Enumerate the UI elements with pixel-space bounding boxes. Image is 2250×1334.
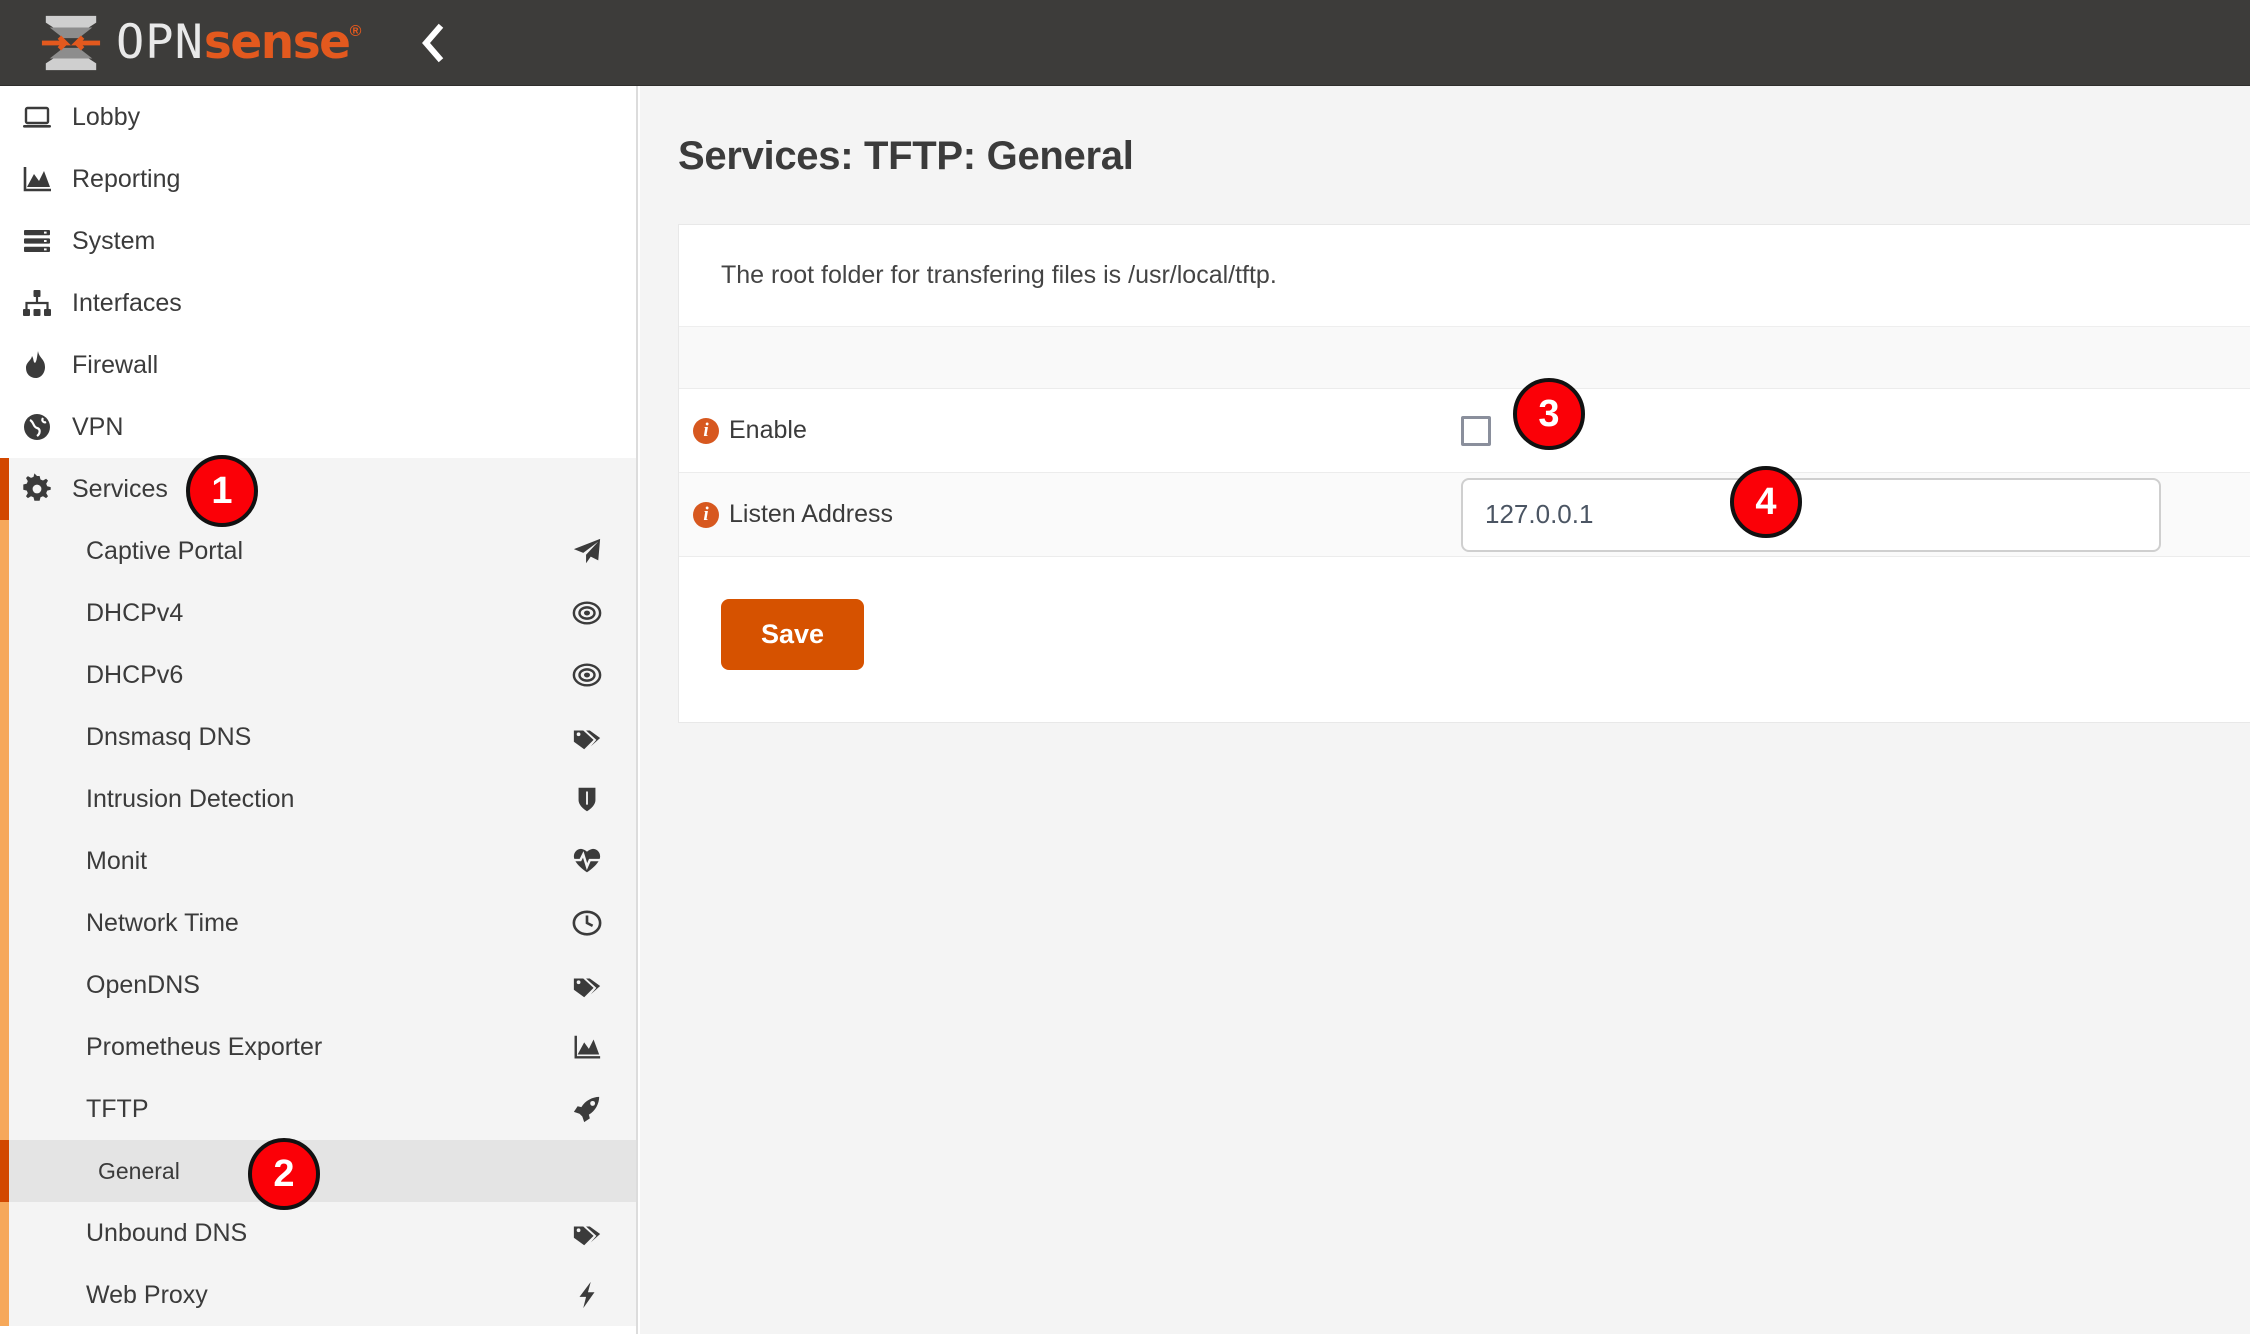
tftp-general-form-panel: The root folder for transfering files is… xyxy=(678,224,2250,723)
server-icon xyxy=(14,225,60,257)
sidebar-item-reporting[interactable]: Reporting xyxy=(0,148,636,210)
heartbeat-icon xyxy=(568,846,602,876)
paper-plane-icon xyxy=(568,536,602,566)
clock-icon xyxy=(568,908,602,938)
sidebar-subitem-label: Intrusion Detection xyxy=(86,784,295,813)
sidebar-subitem-opendns[interactable]: OpenDNS xyxy=(0,954,636,1016)
sidebar-subitem-label: Captive Portal xyxy=(86,536,244,565)
sidebar-subitem-tftp[interactable]: TFTP xyxy=(0,1078,636,1140)
fire-icon xyxy=(14,349,60,381)
brand-opn-text: OPN xyxy=(116,15,204,70)
sidebar-subitem-label: Dnsmasq DNS xyxy=(86,722,252,751)
sidebar-item-label: Lobby xyxy=(72,102,141,131)
tags-icon xyxy=(568,1218,602,1248)
chart-area-icon xyxy=(568,1032,602,1062)
sidebar-subitem-label: TFTP xyxy=(86,1094,149,1123)
root-folder-note: The root folder for transfering files is… xyxy=(679,225,2250,327)
services-submenu: Captive Portal DHCPv4 DHCPv6 Dnsmasq DNS xyxy=(0,520,636,1326)
sidebar-item-label: VPN xyxy=(72,412,124,441)
globe-icon xyxy=(14,411,60,443)
main-content-area: Services: TFTP: General The root folder … xyxy=(640,86,2250,1334)
sidebar-item-label: Reporting xyxy=(72,164,181,193)
sidebar-subitem-web-proxy[interactable]: Web Proxy xyxy=(0,1264,636,1326)
sidebar-item-label: Interfaces xyxy=(72,288,182,317)
rocket-icon xyxy=(568,1094,602,1124)
chart-area-icon xyxy=(14,163,60,195)
sidebar-subitem-dnsmasq-dns[interactable]: Dnsmasq DNS xyxy=(0,706,636,768)
sidebar-subitem-label: DHCPv4 xyxy=(86,598,184,627)
opnsense-app-window: OPN sense ® Lobby Reporting System Inter… xyxy=(0,0,2250,1334)
sidebar-item-system[interactable]: System xyxy=(0,210,636,272)
sidebar-subitem-captive-portal[interactable]: Captive Portal xyxy=(0,520,636,582)
sidebar-subitem-unbound-dns[interactable]: Unbound DNS xyxy=(0,1202,636,1264)
enable-label: Enable xyxy=(729,416,807,444)
bolt-icon xyxy=(568,1280,602,1310)
shield-icon xyxy=(568,784,602,814)
sidebar-subitem-label: Unbound DNS xyxy=(86,1218,248,1247)
sidebar-subitem-label: General xyxy=(98,1157,180,1184)
sidebar-item-label: Services xyxy=(72,474,168,503)
bullseye-icon xyxy=(568,660,602,690)
brand-wordmark: OPN sense ® xyxy=(116,15,362,70)
listen-address-input[interactable] xyxy=(1461,477,2161,552)
brand-sense-text: sense xyxy=(203,15,351,70)
step-badge-3: 3 xyxy=(1513,378,1585,450)
form-row-listen-address: i Listen Address xyxy=(679,473,2250,557)
sidebar-subitem-prometheus-exporter[interactable]: Prometheus Exporter xyxy=(0,1016,636,1078)
sidebar-subitem-label: Monit xyxy=(86,846,148,875)
sidebar-item-label: Firewall xyxy=(72,350,159,379)
sidebar-item-services[interactable]: Services xyxy=(0,458,636,520)
step-badge-2: 2 xyxy=(248,1138,320,1210)
step-badge-4: 4 xyxy=(1730,466,1802,538)
tags-icon xyxy=(568,722,602,752)
sitemap-icon xyxy=(14,287,60,319)
enable-checkbox[interactable] xyxy=(1461,415,1491,446)
sidebar-subitem-monit[interactable]: Monit xyxy=(0,830,636,892)
tags-icon xyxy=(568,970,602,1000)
sidebar-item-vpn[interactable]: VPN xyxy=(0,396,636,458)
step-badge-1: 1 xyxy=(186,455,258,527)
sidebar-navigation: Lobby Reporting System Interfaces Firewa… xyxy=(0,86,638,1334)
brand-registered-mark: ® xyxy=(349,23,362,40)
top-header-bar: OPN sense ® xyxy=(0,0,2250,86)
sidebar-item-interfaces[interactable]: Interfaces xyxy=(0,272,636,334)
listen-address-control-cell xyxy=(1461,477,2250,552)
bullseye-icon xyxy=(568,598,602,628)
sidebar-item-lobby[interactable]: Lobby xyxy=(0,86,636,148)
info-circle-icon[interactable]: i xyxy=(693,417,719,444)
info-circle-icon[interactable]: i xyxy=(693,501,719,528)
page-title: Services: TFTP: General xyxy=(678,134,1134,178)
sidebar-subitem-dhcpv4[interactable]: DHCPv4 xyxy=(0,582,636,644)
form-actions: Save xyxy=(679,557,2250,722)
laptop-icon xyxy=(14,101,60,133)
form-spacer-row xyxy=(679,327,2250,389)
gear-icon xyxy=(14,473,60,505)
sidebar-subitem-label: Network Time xyxy=(86,908,239,937)
save-button[interactable]: Save xyxy=(721,599,865,670)
opnsense-hourglass-icon xyxy=(41,15,101,70)
listen-address-label-cell: i Listen Address xyxy=(679,500,1461,529)
sidebar-item-firewall[interactable]: Firewall xyxy=(0,334,636,396)
sidebar-subitem-label: Web Proxy xyxy=(86,1280,208,1309)
form-row-enable: i Enable xyxy=(679,389,2250,473)
enable-label-cell: i Enable xyxy=(679,416,1461,445)
opnsense-logo[interactable]: OPN sense ® xyxy=(40,0,362,86)
sidebar-subitem-dhcpv6[interactable]: DHCPv6 xyxy=(0,644,636,706)
sidebar-subitem-network-time[interactable]: Network Time xyxy=(0,892,636,954)
sidebar-subitem-label: DHCPv6 xyxy=(86,660,184,689)
chevron-left-icon[interactable] xyxy=(410,17,454,69)
sidebar-subitem-intrusion-detection[interactable]: Intrusion Detection xyxy=(0,768,636,830)
sidebar-subitem-label: OpenDNS xyxy=(86,970,200,999)
listen-address-label: Listen Address xyxy=(729,500,893,528)
sidebar-item-label: System xyxy=(72,226,156,255)
sidebar-subitem-label: Prometheus Exporter xyxy=(86,1032,323,1061)
